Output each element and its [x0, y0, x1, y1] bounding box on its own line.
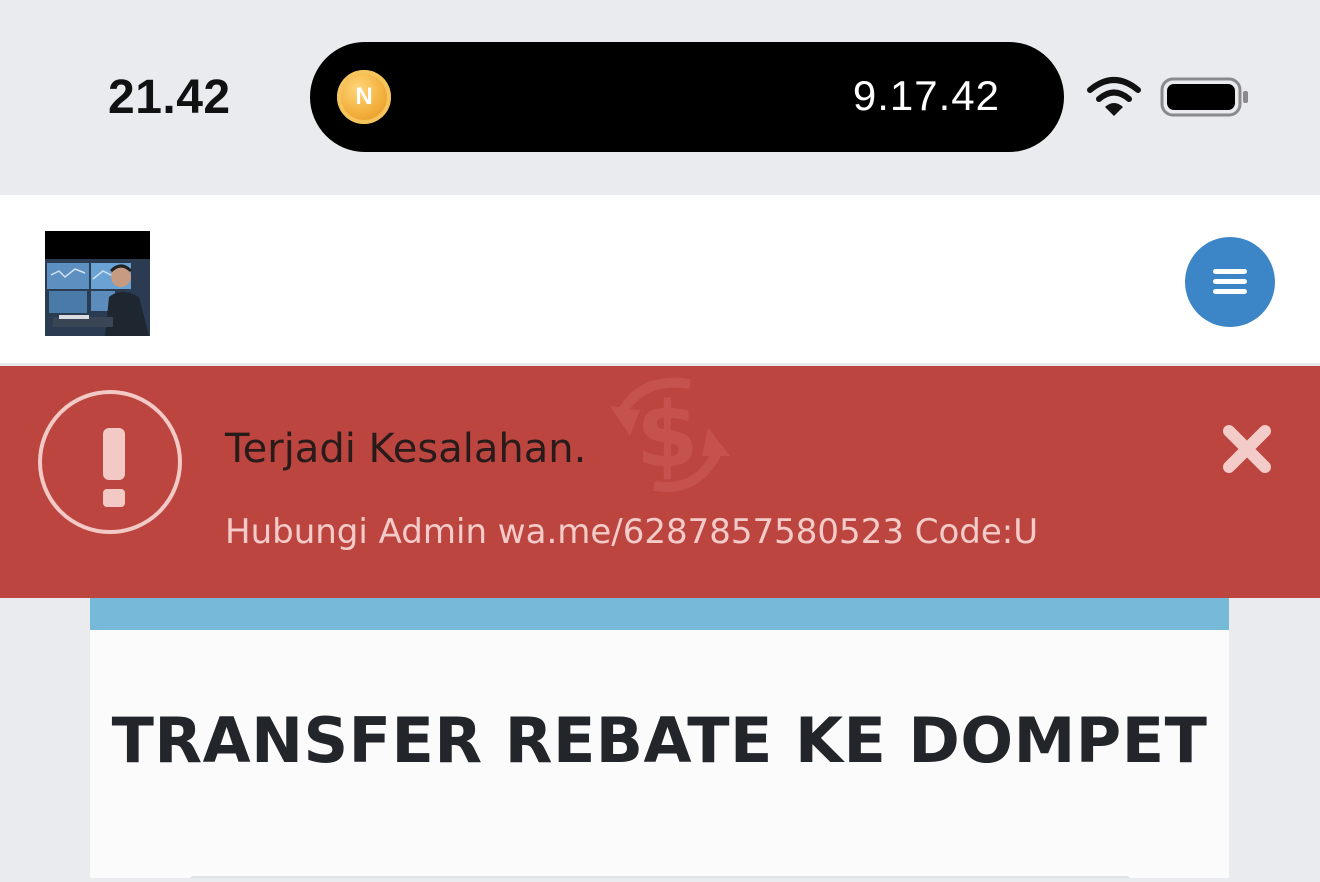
- menu-button[interactable]: [1185, 237, 1275, 327]
- status-bar: 21.42 N 9.17.42: [0, 0, 1320, 195]
- error-alert: $ Terjadi Kesalahan. Hubungi Admin wa.me…: [0, 366, 1320, 598]
- form-field-edge[interactable]: [190, 876, 1130, 882]
- trader-photo-logo[interactable]: [45, 231, 150, 336]
- wifi-icon: [1087, 77, 1141, 116]
- alert-message: Hubungi Admin wa.me/6287857580523 Code:U: [225, 512, 1039, 552]
- status-clock: 21.42: [108, 71, 231, 124]
- card-header-stripe: [90, 598, 1229, 630]
- n-coin-icon: N: [337, 70, 391, 124]
- alert-title: Terjadi Kesalahan.: [225, 426, 587, 472]
- close-icon[interactable]: [1220, 422, 1274, 476]
- transfer-card: TRANSFER REBATE KE DOMPET: [90, 598, 1229, 878]
- battery-icon: [1160, 77, 1248, 117]
- island-timer: 9.17.42: [852, 72, 1000, 119]
- money-transfer-icon: $: [610, 377, 730, 493]
- logo-image: [45, 231, 150, 336]
- page-title: TRANSFER REBATE KE DOMPET: [111, 704, 1208, 777]
- exclamation-circle-icon: [38, 390, 182, 534]
- svg-text:$: $: [636, 383, 699, 488]
- app-header: [0, 195, 1320, 366]
- hamburger-menu-icon: [1213, 269, 1247, 295]
- dynamic-island[interactable]: N 9.17.42: [310, 42, 1064, 152]
